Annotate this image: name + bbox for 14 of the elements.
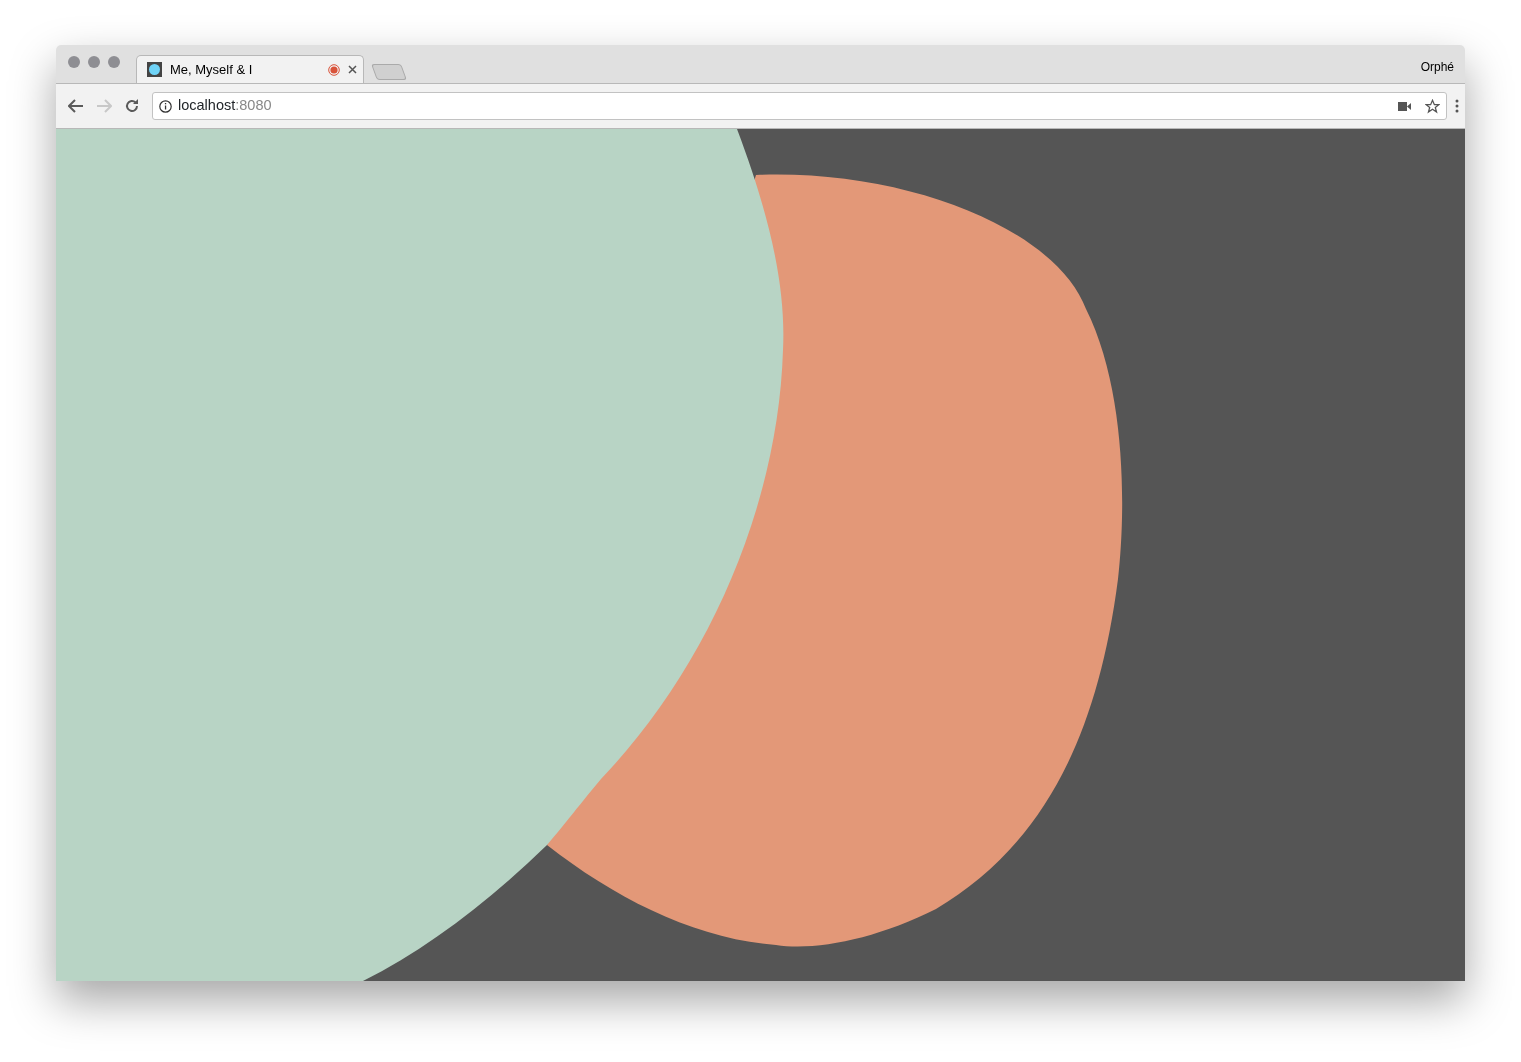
back-arrow-icon bbox=[68, 99, 84, 113]
favicon-icon bbox=[147, 62, 162, 77]
tab-title: Me, Myself & I bbox=[170, 60, 254, 79]
info-icon bbox=[159, 99, 172, 113]
reload-icon bbox=[124, 98, 140, 114]
menu-icon[interactable] bbox=[1455, 99, 1459, 113]
profile-name[interactable]: Orphé bbox=[1420, 58, 1454, 76]
star-icon[interactable] bbox=[1425, 98, 1440, 114]
camera-icon[interactable] bbox=[1398, 101, 1411, 111]
address-bar[interactable]: localhost:8080 bbox=[152, 92, 1447, 120]
browser-tab[interactable]: Me, Myself & I bbox=[136, 55, 364, 83]
url-text: localhost:8080 bbox=[178, 96, 272, 116]
close-icon[interactable] bbox=[348, 65, 357, 74]
forward-arrow-icon bbox=[96, 99, 112, 113]
